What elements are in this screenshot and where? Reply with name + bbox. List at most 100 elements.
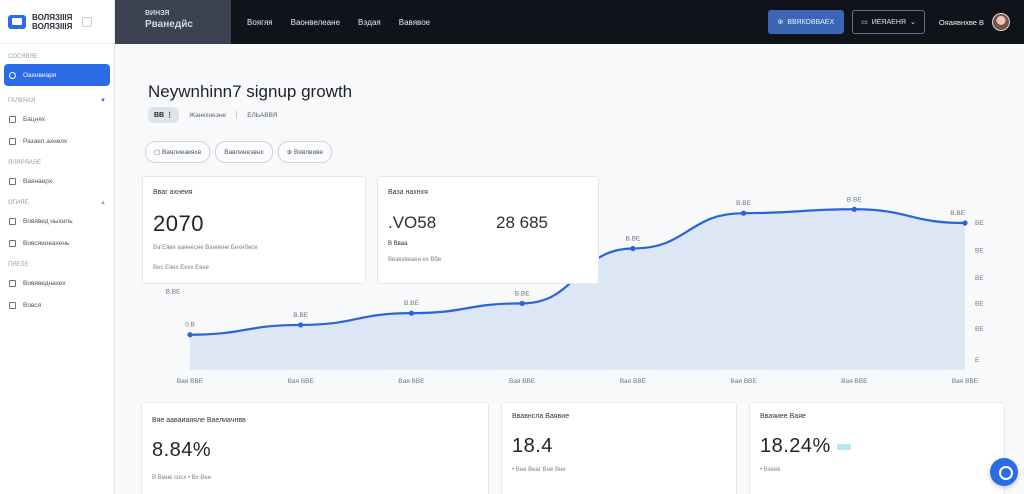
chart-data-label: В.ВЕ xyxy=(404,300,419,307)
sidebar-item-label: Ваянаерх xyxy=(23,177,53,185)
chart-point[interactable] xyxy=(187,332,193,338)
collapse-icon[interactable] xyxy=(82,16,93,27)
sidebar-item-1[interactable]: Бацнях xyxy=(0,108,114,130)
chart-data-label: В.ВЕ xyxy=(625,235,640,242)
sidebar-section-header[interactable]: ГАЛВЯАЯ ▼ xyxy=(0,94,114,108)
sidebar: ВОЛЯЗІІІЯ ВОЛЯЗІІІЯ СОСЯВЯЕ Оахнвиаря ГА… xyxy=(0,0,115,494)
sidebar-item-4[interactable]: Вовявед ныхиль xyxy=(0,210,114,232)
sidebar-section-header: ЯЛЯРЯАЯЕ xyxy=(0,156,114,170)
chart-data-label: 0.В xyxy=(185,322,195,329)
sidebar-item-overview[interactable]: Оахнвиаря xyxy=(4,64,110,86)
bottom-card-2[interactable]: Ввавнсла Ваявие 18.4 • Вне Веаг Вне Вне xyxy=(501,402,737,494)
chart-x-tick-label: Вая ВВЕ xyxy=(841,378,868,385)
filter-dropdown-label: ИЕЯАЕНЯ xyxy=(871,18,906,26)
sidebar-section-header[interactable]: ОГИЯЕ ▲ xyxy=(0,196,114,210)
sidebar-item-label: Бацнях xyxy=(23,115,45,123)
chart-y-tick-label: ВЕ xyxy=(975,275,984,282)
kpi-card-2[interactable]: Ваза нахнхя .VО58 28 685 В Вваа Ввэвхвеа… xyxy=(377,176,599,284)
kpi-detail: Ввэвхвеаен ех Вбв xyxy=(388,257,442,263)
users-icon xyxy=(9,177,16,185)
chart-y-tick-label: В.ВЕ xyxy=(166,289,181,296)
chart-x-tick-label: Вая ВВЕ xyxy=(177,378,204,385)
chart-x-tick-label: Вая ВВЕ xyxy=(509,378,536,385)
top-nav-item[interactable]: Вэдая xyxy=(358,18,381,27)
sidebar-section-header: ПЯЕЛЕ xyxy=(0,258,114,272)
settings-icon xyxy=(9,279,16,287)
file-icon xyxy=(9,217,16,225)
brand-line-2: ВОЛЯЗІІІЯ xyxy=(32,21,73,31)
chart-y-tick-label: ВЕ xyxy=(975,326,984,333)
chart-point[interactable] xyxy=(740,210,747,216)
avatar[interactable] xyxy=(992,13,1010,31)
chart-point[interactable] xyxy=(851,206,857,212)
chart-x-tick-label: Вая ВВЕ xyxy=(620,378,647,385)
card-detail: В Вмне снсх • Вх Вее xyxy=(152,475,212,481)
sidebar-item-label: Оахнвиаря xyxy=(23,71,57,79)
kpi-label: Вваг ахнеия xyxy=(153,189,193,196)
section-label: СОСЯВЯЕ xyxy=(8,54,38,60)
primary-action-button[interactable]: ⊕ ВВЯКОВВАЕХ xyxy=(767,10,845,34)
list-icon xyxy=(9,137,16,145)
chart-x-tick-label: Вая ВВЕ xyxy=(288,378,315,385)
top-logo-line-1: ВИНЗЯ xyxy=(145,10,170,17)
chart-y-tick-label: ВЕ xyxy=(975,220,984,227)
sidebar-section-header: СОСЯВЯЕ xyxy=(0,50,114,64)
chart-point[interactable] xyxy=(519,300,525,306)
user-name[interactable]: Ояаявнхве В xyxy=(939,18,984,27)
kpi-detail: В Вваа xyxy=(388,241,408,247)
card-label: Вяе ааваиаяяле Ваелиачнвв xyxy=(152,417,246,424)
bottom-card-3[interactable]: Вваяиее Ваяе 18.24% • Взеев xyxy=(749,402,1005,494)
top-nav-item[interactable]: Воягяя xyxy=(247,18,273,27)
filter-dropdown-button[interactable]: ▭ ИЕЯАЕНЯ ⌄ xyxy=(852,10,925,34)
card-value: 18.4 xyxy=(512,435,553,457)
sidebar-item-label: Разаел ахнелх xyxy=(23,137,68,145)
top-logo[interactable]: ВИНЗЯ Рванедйс xyxy=(115,0,231,44)
sidebar-item-5[interactable]: Вовсяиоеахень xyxy=(0,232,114,254)
sidebar-item-label: Вовявед ныхиль xyxy=(23,217,73,225)
sidebar-item-2[interactable]: Разаел ахнелх xyxy=(0,130,114,152)
card-value-text: 18.24% xyxy=(760,435,831,457)
chart-point[interactable] xyxy=(630,245,636,252)
sidebar-item-6[interactable]: Вовяведнахех xyxy=(0,272,114,294)
chevron-down-icon: ⌄ xyxy=(909,19,916,26)
kpi-value-b: 28 685 xyxy=(496,213,548,232)
top-nav-item[interactable]: Ваонвелеане xyxy=(291,18,340,27)
card-detail: • Вне Веаг Вне Вне xyxy=(512,467,566,473)
chart-point[interactable] xyxy=(962,220,968,226)
brand-logo-icon xyxy=(8,14,26,29)
card-value: 18.24% xyxy=(760,435,851,458)
kpi-value-a: .VО58 xyxy=(388,213,437,232)
kpi-detail: Ва Еяве ааянесне Ваниене Бнхнбнсе xyxy=(153,245,258,251)
chart-icon xyxy=(9,115,16,123)
sidebar-item-3[interactable]: Ваянаерх xyxy=(0,170,114,192)
chart-data-label: В.ВЕ xyxy=(736,200,751,207)
chart-data-label: В.ВЕ xyxy=(950,210,965,217)
chart-x-tick-label: Вая ВВЕ xyxy=(952,378,979,385)
kpi-value: 2070 xyxy=(153,211,204,236)
bottom-card-1[interactable]: Вяе ааваиаяяле Ваелиачнвв 8.84% В Вмне с… xyxy=(141,402,489,494)
section-label: ОГИЯЕ xyxy=(8,200,29,206)
chart-data-label: В.ВЕ xyxy=(515,290,530,297)
filter-icon: ▭ xyxy=(861,19,868,26)
card-detail: • Взеев xyxy=(760,467,781,473)
chat-help-button[interactable] xyxy=(990,458,1018,486)
primary-action-label: ВВЯКОВВАЕХ xyxy=(787,18,835,26)
top-nav-item[interactable]: Вавявое xyxy=(399,18,430,27)
section-label: ЯЛЯРЯАЯЕ xyxy=(8,160,42,166)
brand[interactable]: ВОЛЯЗІІІЯ ВОЛЯЗІІІЯ xyxy=(0,0,114,44)
top-bar: ВИНЗЯ Рванедйс Воягяя Ваонвелеане Вэдая … xyxy=(115,0,1024,44)
chart-point[interactable] xyxy=(298,322,304,328)
kpi-detail: Вес Еянх Еехх Еяне xyxy=(153,265,210,271)
sidebar-item-7[interactable]: Вовся xyxy=(0,294,114,316)
caret-up-icon: ▲ xyxy=(100,200,106,206)
kpi-card-1[interactable]: Вваг ахнеия 2070 Ва Еяве ааянесне Ваниен… xyxy=(142,176,366,284)
section-label: ПЯЕЛЕ xyxy=(8,262,29,268)
chart-point[interactable] xyxy=(408,310,415,316)
folder-icon xyxy=(9,239,16,247)
top-logo-line-2: Рванедйс xyxy=(145,19,193,30)
card-label: Вваяиее Ваяе xyxy=(760,413,806,420)
card-value: 8.84% xyxy=(152,439,212,461)
chart-y-tick-label: ВЕ xyxy=(975,300,984,307)
brand-name: ВОЛЯЗІІІЯ ВОЛЯЗІІІЯ xyxy=(32,13,72,31)
brand-line-1: ВОЛЯЗІІІЯ xyxy=(32,12,73,22)
